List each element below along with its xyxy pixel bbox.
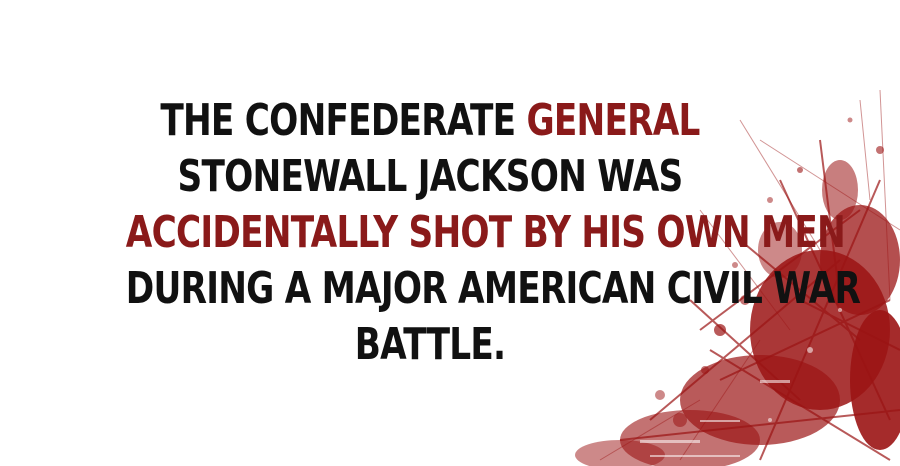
fact-text: THE CONFEDERATE GENERAL STONEWALL JACKSO… xyxy=(125,93,861,373)
fact-line-5: BATTLE. xyxy=(354,319,506,370)
fact-line-1-plain: THE CONFEDERATE xyxy=(160,95,527,146)
fact-line-3-highlight: ACCIDENTALLY SHOT BY HIS OWN MEN xyxy=(125,207,846,258)
fact-card: THE CONFEDERATE GENERAL STONEWALL JACKSO… xyxy=(0,0,900,466)
fact-highlight-general: GENERAL xyxy=(526,95,700,146)
fact-line-1: THE CONFEDERATE GENERAL xyxy=(126,93,734,149)
fact-line-4: DURING A MAJOR AMERICAN CIVIL WAR xyxy=(125,263,861,314)
fact-line-2: STONEWALL JACKSON WAS xyxy=(177,151,684,202)
